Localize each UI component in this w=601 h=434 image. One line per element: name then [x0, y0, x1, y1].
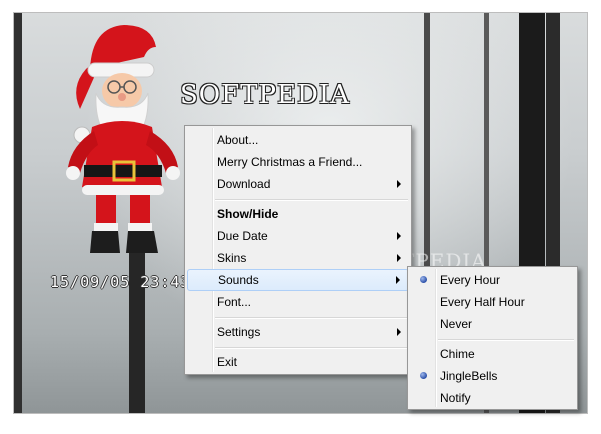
tree-trunk: [129, 243, 145, 413]
submenu-arrow-icon: [397, 232, 401, 240]
sound-option-every-hour[interactable]: Every Hour: [410, 269, 575, 291]
santa-claus-icon[interactable]: [52, 17, 192, 262]
tree-trunk: [14, 13, 22, 413]
menu-separator: [215, 347, 408, 349]
sound-option-notify[interactable]: Notify: [410, 387, 575, 409]
menu-item-label: JingleBells: [440, 369, 498, 383]
menu-item-about[interactable]: About...: [187, 129, 409, 151]
submenu-arrow-icon: [396, 276, 400, 284]
submenu-arrow-icon: [397, 328, 401, 336]
menu-item-label: Sounds: [218, 273, 259, 287]
sound-option-chime[interactable]: Chime: [410, 343, 575, 365]
menu-item-merry-christmas[interactable]: Merry Christmas a Friend...: [187, 151, 409, 173]
menu-item-label: Every Half Hour: [440, 295, 525, 309]
menu-item-show-hide[interactable]: Show/Hide: [187, 203, 409, 225]
menu-item-label: Chime: [440, 347, 475, 361]
menu-item-label: Notify: [440, 391, 471, 405]
menu-item-skins[interactable]: Skins: [187, 247, 409, 269]
menu-item-label: About...: [217, 133, 259, 147]
submenu-arrow-icon: [397, 254, 401, 262]
menu-item-label: Due Date: [217, 229, 268, 243]
menu-separator: [438, 339, 574, 341]
menu-item-exit[interactable]: Exit: [187, 351, 409, 373]
softpedia-logo: SOFTPEDIA: [180, 80, 350, 110]
menu-item-label: Merry Christmas a Friend...: [217, 155, 363, 169]
sound-option-never[interactable]: Never: [410, 313, 575, 335]
menu-item-label: Exit: [217, 355, 238, 369]
menu-item-due-date[interactable]: Due Date: [187, 225, 409, 247]
menu-item-download[interactable]: Download: [187, 173, 409, 195]
menu-item-label: Skins: [217, 251, 247, 265]
sound-option-jinglebells[interactable]: JingleBells: [410, 365, 575, 387]
menu-item-font[interactable]: Font...: [187, 291, 409, 313]
radio-selected-icon: [420, 276, 427, 283]
radio-selected-icon: [420, 372, 427, 379]
tree-trunk: [424, 13, 430, 273]
submenu-arrow-icon: [397, 180, 401, 188]
sounds-submenu: Every Hour Every Half Hour Never Chime J…: [407, 266, 578, 410]
menu-item-label: Download: [217, 177, 271, 191]
menu-item-label: Show/Hide: [217, 207, 279, 221]
sound-option-every-half-hour[interactable]: Every Half Hour: [410, 291, 575, 313]
menu-item-label: Never: [440, 317, 473, 331]
menu-item-settings[interactable]: Settings: [187, 321, 409, 343]
menu-separator: [215, 199, 408, 201]
menu-item-label: Every Hour: [440, 273, 501, 287]
menu-separator: [215, 317, 408, 319]
menu-item-label: Font...: [217, 295, 252, 309]
context-menu: About... Merry Christmas a Friend... Dow…: [184, 125, 412, 375]
menu-item-label: Settings: [217, 325, 261, 339]
menu-item-sounds[interactable]: Sounds: [187, 269, 409, 291]
